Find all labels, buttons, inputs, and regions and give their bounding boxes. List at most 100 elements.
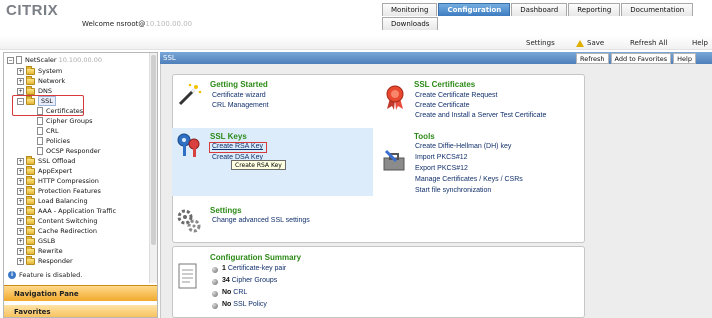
tree-item-cipher-groups[interactable]: Cipher Groups <box>37 116 93 126</box>
tab-reporting[interactable]: Reporting <box>568 3 621 16</box>
folder-icon <box>26 165 35 175</box>
ssl-keys-title: SSL Keys <box>210 132 247 141</box>
tree-item-system[interactable]: + System <box>17 65 62 76</box>
create-dh-key-link[interactable]: Create Diffie-Hellman (DH) key <box>415 143 511 150</box>
expand-icon[interactable]: + <box>17 207 24 215</box>
expand-icon[interactable]: + <box>17 217 24 225</box>
expand-icon[interactable]: + <box>17 67 24 75</box>
tab-dashboard[interactable]: Dashboard <box>511 3 568 16</box>
navigation-pane-header[interactable]: Navigation Pane <box>4 285 157 301</box>
crl-management-link[interactable]: CRL Management <box>212 102 269 109</box>
expand-icon[interactable]: + <box>17 257 24 265</box>
folder-icon <box>26 65 35 75</box>
tab-downloads[interactable]: Downloads <box>382 17 439 30</box>
add-to-favorites-button[interactable]: Add to Favorites <box>610 53 672 64</box>
tree-item-content-switching[interactable]: + Content Switching <box>17 215 97 226</box>
summary-row[interactable]: 1 Certificate-key pair <box>222 265 286 272</box>
folder-icon <box>26 205 35 215</box>
tree-item-load-balancing[interactable]: + Load Balancing <box>17 195 88 206</box>
save-button[interactable]: Save <box>576 39 604 47</box>
gears-icon <box>177 209 201 233</box>
header: CITRIX Welcome nsroot@10.100.00.00 Monit… <box>0 0 712 36</box>
expand-icon[interactable]: + <box>17 157 24 165</box>
rsa-key-highlight-box <box>209 142 267 153</box>
tree-item-protection-features[interactable]: + Protection Features <box>17 185 101 196</box>
certificate-ribbon-icon <box>386 85 404 110</box>
page-icon <box>37 137 43 145</box>
tab-monitoring[interactable]: Monitoring <box>382 3 438 16</box>
tree-item-aaa[interactable]: + AAA - Application Traffic <box>17 205 116 216</box>
info-icon: i <box>8 271 16 279</box>
tree-item-responder[interactable]: + Responder <box>17 255 73 266</box>
expand-icon[interactable]: + <box>17 167 24 175</box>
tab-configuration[interactable]: Configuration <box>438 3 511 16</box>
tools-title: Tools <box>414 132 435 141</box>
certificate-wizard-link[interactable]: Certificate wizard <box>212 92 266 99</box>
ssl-certificates-title: SSL Certificates <box>414 80 476 89</box>
expand-icon[interactable]: + <box>17 177 24 185</box>
tab-documentation[interactable]: Documentation <box>621 3 694 16</box>
page-icon <box>37 147 43 155</box>
content-toolbar: Refresh Add to Favorites Help <box>574 53 696 64</box>
bullet-icon <box>212 303 218 309</box>
citrix-logo: CITRIX <box>6 2 59 19</box>
expand-icon[interactable]: + <box>17 247 24 255</box>
bullet-icon <box>212 279 218 285</box>
tree-item-rewrite[interactable]: + Rewrite <box>17 245 63 256</box>
tree-scrollbar[interactable] <box>149 53 157 283</box>
favorites-pane-header[interactable]: Favorites <box>4 305 157 317</box>
tooltip: Create RSA Key <box>231 160 286 170</box>
tree-item-appexpert[interactable]: + AppExpert <box>17 165 72 176</box>
folder-icon <box>26 195 35 205</box>
expand-icon[interactable]: + <box>17 237 24 245</box>
content-help-button[interactable]: Help <box>673 53 696 64</box>
wand-icon <box>178 83 202 106</box>
create-server-test-certificate-link[interactable]: Create and Install a Server Test Certifi… <box>415 112 546 119</box>
tree-root[interactable]: − NetScaler 10.100.00.00 <box>7 55 102 65</box>
tree-item-network[interactable]: + Network <box>17 75 65 86</box>
expand-icon[interactable]: + <box>17 197 24 205</box>
create-certificate-request-link[interactable]: Create Certificate Request <box>415 92 497 99</box>
folder-icon <box>26 75 35 85</box>
help-button[interactable]: Help <box>692 39 708 47</box>
page-icon <box>37 117 43 125</box>
refresh-all-button[interactable]: Refresh All <box>630 39 667 47</box>
expand-icon[interactable]: + <box>17 187 24 195</box>
tree-item-ocsp-responder[interactable]: OCSP Responder <box>37 146 100 156</box>
summary-row[interactable]: No SSL Policy <box>222 301 267 308</box>
expand-icon[interactable]: + <box>17 77 24 85</box>
summary-row[interactable]: No CRL <box>222 289 247 296</box>
folder-icon <box>26 235 35 245</box>
page-icon <box>37 127 43 135</box>
feature-status: i Feature is disabled. <box>8 271 82 279</box>
settings-button[interactable]: Settings <box>526 39 555 47</box>
manage-certificates-link[interactable]: Manage Certificates / Keys / CSRs <box>415 176 523 183</box>
import-pkcs12-link[interactable]: Import PKCS#12 <box>415 154 468 161</box>
ssl-highlight-box <box>12 95 84 116</box>
tree-item-http-compression[interactable]: + HTTP Compression <box>17 175 99 186</box>
welcome-text: Welcome nsroot@10.100.00.00 <box>82 20 193 28</box>
keys-icon <box>177 133 200 157</box>
refresh-button[interactable]: Refresh <box>576 53 609 64</box>
export-pkcs12-link[interactable]: Export PKCS#12 <box>415 165 468 172</box>
folder-icon <box>26 225 35 235</box>
expand-icon[interactable]: + <box>17 87 24 95</box>
tree-item-ssl-offload[interactable]: + SSL Offload <box>17 155 75 166</box>
scrollbar-thumb[interactable] <box>151 55 156 245</box>
create-certificate-link[interactable]: Create Certificate <box>415 102 469 109</box>
tree-item-cache-redirection[interactable]: + Cache Redirection <box>17 225 97 236</box>
tree-item-crl[interactable]: CRL <box>37 126 59 136</box>
folder-icon <box>26 155 35 165</box>
tree-item-gslb[interactable]: + GSLB <box>17 235 55 246</box>
collapse-icon[interactable]: − <box>7 56 14 64</box>
change-advanced-ssl-settings-link[interactable]: Change advanced SSL settings <box>212 217 310 224</box>
folder-icon <box>26 215 35 225</box>
summary-row[interactable]: 34 Cipher Groups <box>222 277 277 284</box>
folder-icon <box>26 245 35 255</box>
warning-icon <box>576 39 584 47</box>
tree-item-policies[interactable]: Policies <box>37 136 70 146</box>
start-file-sync-link[interactable]: Start file synchronization <box>415 187 491 194</box>
navigation-pane: − NetScaler 10.100.00.00 + System + Network… <box>3 52 158 318</box>
expand-icon[interactable]: + <box>17 227 24 235</box>
main-toolbar: Settings Save Refresh All Help <box>0 36 712 50</box>
